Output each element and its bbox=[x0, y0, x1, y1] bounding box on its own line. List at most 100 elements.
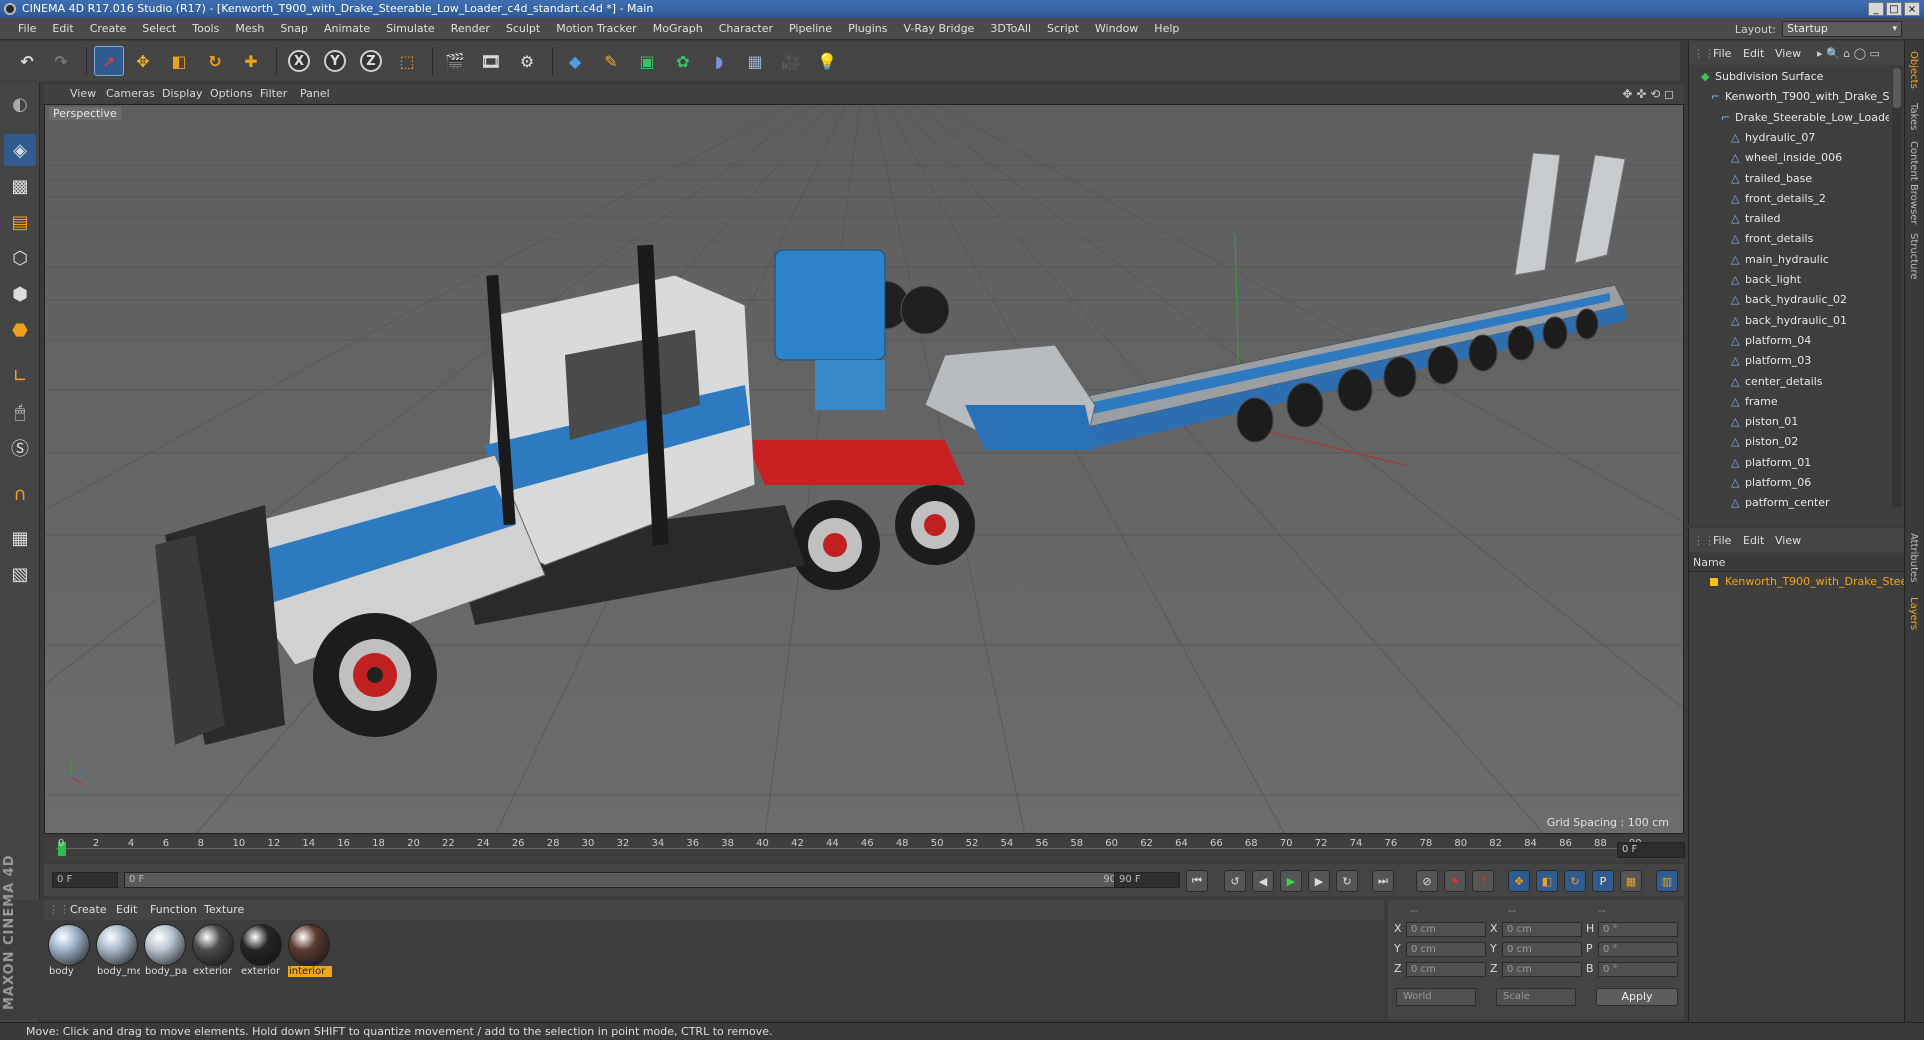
close-button[interactable]: × bbox=[1904, 2, 1920, 16]
layout-select[interactable]: Startup bbox=[1782, 21, 1902, 37]
coords-rotation-field[interactable]: 0 ° bbox=[1598, 922, 1678, 937]
object-menu-file[interactable]: File bbox=[1713, 47, 1731, 60]
object-list-item[interactable]: △ piston_02 bbox=[1689, 432, 1889, 452]
cloner-icon[interactable]: ✿ bbox=[668, 46, 698, 76]
object-list-item[interactable]: △ back_hydraulic_02 bbox=[1689, 290, 1889, 310]
side-tab-attributes[interactable]: Attributes bbox=[1908, 533, 1919, 582]
menu-render[interactable]: Render bbox=[443, 18, 498, 40]
autokey-icon[interactable]: ⏺ bbox=[1444, 870, 1466, 892]
object-list-item[interactable]: △ patform_center bbox=[1689, 493, 1889, 513]
menu-mograph[interactable]: MoGraph bbox=[645, 18, 711, 40]
material-menu-texture[interactable]: Texture bbox=[204, 903, 244, 916]
transform-icon[interactable]: ✚ bbox=[236, 46, 266, 76]
object-list-item[interactable]: △ platform_04 bbox=[1689, 331, 1889, 351]
pen-icon[interactable]: ✎ bbox=[596, 46, 626, 76]
live-select-icon[interactable]: ➚ bbox=[94, 46, 124, 76]
key-parameter-icon[interactable]: P bbox=[1592, 870, 1614, 892]
object-list-item[interactable]: △ platform_03 bbox=[1689, 351, 1889, 371]
side-tab-layers[interactable]: Layers bbox=[1908, 597, 1919, 630]
material-menu-create[interactable]: Create bbox=[70, 903, 107, 916]
side-tab-content-browser[interactable]: Content Browser bbox=[1908, 141, 1919, 224]
material-swatch[interactable]: interior bbox=[288, 924, 332, 982]
object-list-item[interactable]: ⌐ Kenworth_T900_with_Drake_Ste bbox=[1689, 87, 1889, 107]
menu-motion-tracker[interactable]: Motion Tracker bbox=[548, 18, 644, 40]
material-menu-function[interactable]: Function bbox=[150, 903, 197, 916]
object-list-item[interactable]: △ back_hydraulic_01 bbox=[1689, 311, 1889, 331]
tweak-mode-icon[interactable]: 🖱 bbox=[4, 396, 36, 428]
object-list-item[interactable]: △ back_light bbox=[1689, 270, 1889, 290]
coords-position-field[interactable]: 0 cm bbox=[1406, 922, 1486, 937]
layer-color-swatch[interactable] bbox=[1709, 577, 1719, 587]
render-settings-icon[interactable]: ⚙ bbox=[512, 46, 542, 76]
3d-viewport[interactable]: Perspective Grid Spacing : 100 cm bbox=[44, 104, 1684, 834]
key-position-icon[interactable]: ✥ bbox=[1508, 870, 1530, 892]
frame-range-slider[interactable]: 0 F 90 F bbox=[124, 872, 1144, 888]
previous-key-icon[interactable]: ↺ bbox=[1224, 870, 1246, 892]
play-icon[interactable]: ▶ bbox=[1280, 870, 1302, 892]
object-list-item[interactable]: △ hydraulic_07 bbox=[1689, 128, 1889, 148]
coords-size-field[interactable]: 0 cm bbox=[1502, 922, 1582, 937]
workplane-icon[interactable]: ▤ bbox=[4, 206, 36, 238]
keyframe-selection-icon[interactable]: ? bbox=[1472, 870, 1494, 892]
object-list-item[interactable]: △ platform_01 bbox=[1689, 453, 1889, 473]
model-mode-icon[interactable]: ◈ bbox=[4, 134, 36, 166]
axis-mode-icon[interactable]: ∟ bbox=[4, 360, 36, 392]
side-tab-takes[interactable]: Takes bbox=[1908, 103, 1919, 130]
viewport-menu-panel[interactable]: Panel bbox=[300, 87, 330, 100]
render-view-icon[interactable]: 🎬 bbox=[440, 46, 470, 76]
points-mode-icon[interactable]: ⬡ bbox=[4, 242, 36, 274]
locked-workplane-icon[interactable]: ▦ bbox=[4, 522, 36, 554]
timeline-ruler[interactable]: 0 2 4 6 8 10 12 14 16 18 20 22 24 26 28 30 32 34 36 38 40 42 4… bbox=[44, 838, 1684, 862]
scale-icon[interactable]: ◧ bbox=[164, 46, 194, 76]
coords-size-field[interactable]: 0 cm bbox=[1502, 962, 1582, 977]
render-picture-viewer-icon[interactable]: 🎞 bbox=[476, 46, 506, 76]
undo-icon[interactable]: ↶ bbox=[12, 46, 42, 76]
subdivision-icon[interactable]: ▣ bbox=[632, 46, 662, 76]
previous-frame-icon[interactable]: ◀ bbox=[1252, 870, 1274, 892]
key-pla-icon[interactable]: ▦ bbox=[1620, 870, 1642, 892]
viewport-menu-view[interactable]: View bbox=[70, 87, 96, 100]
menu-tools[interactable]: Tools bbox=[184, 18, 227, 40]
menu-select[interactable]: Select bbox=[134, 18, 184, 40]
viewport-nav-icons[interactable]: ✥ ✜ ⟲ ◻ bbox=[1622, 87, 1674, 101]
object-manager-tool-icons[interactable]: ▸ 🔍 ⌂ ◯ ▭ bbox=[1817, 47, 1880, 60]
menu-v-ray-bridge[interactable]: V-Ray Bridge bbox=[895, 18, 982, 40]
z-axis-icon[interactable]: Z bbox=[356, 46, 386, 76]
go-to-end-icon[interactable]: ⏭ bbox=[1372, 870, 1394, 892]
camera-icon[interactable]: 🎥 bbox=[776, 46, 806, 76]
viewport-menu-cameras[interactable]: Cameras bbox=[106, 87, 155, 100]
key-scale-icon[interactable]: ◧ bbox=[1536, 870, 1558, 892]
menu-help[interactable]: Help bbox=[1146, 18, 1187, 40]
object-list-item[interactable]: ◆ Subdivision Surface bbox=[1689, 67, 1889, 87]
end-frame-field[interactable]: 90 F bbox=[1114, 872, 1180, 888]
object-list-item[interactable]: △ frame bbox=[1689, 392, 1889, 412]
layer-menu-view[interactable]: View bbox=[1775, 534, 1801, 547]
coords-size-field[interactable]: 0 cm bbox=[1502, 942, 1582, 957]
next-frame-icon[interactable]: ▶ bbox=[1308, 870, 1330, 892]
menu-snap[interactable]: Snap bbox=[272, 18, 316, 40]
object-list-item[interactable]: △ center_details bbox=[1689, 372, 1889, 392]
timeline-window-icon[interactable]: ▥ bbox=[1656, 870, 1678, 892]
apply-button[interactable]: Apply bbox=[1596, 988, 1678, 1006]
menu-create[interactable]: Create bbox=[82, 18, 135, 40]
menu-window[interactable]: Window bbox=[1087, 18, 1146, 40]
maximize-button[interactable]: □ bbox=[1886, 2, 1902, 16]
key-rotation-icon[interactable]: ↻ bbox=[1564, 870, 1586, 892]
viewport-menu-options[interactable]: Options bbox=[210, 87, 252, 100]
coords-position-field[interactable]: 0 cm bbox=[1406, 962, 1486, 977]
x-axis-icon[interactable]: X bbox=[284, 46, 314, 76]
side-tab-structure[interactable]: Structure bbox=[1908, 233, 1919, 280]
object-list-item[interactable]: △ trailed_base bbox=[1689, 169, 1889, 189]
next-key-icon[interactable]: ↻ bbox=[1336, 870, 1358, 892]
magnet-icon[interactable]: ∩ bbox=[4, 478, 36, 510]
object-list-item[interactable]: △ platform_06 bbox=[1689, 473, 1889, 493]
object-list-item[interactable]: △ front_details_2 bbox=[1689, 189, 1889, 209]
object-menu-view[interactable]: View bbox=[1775, 47, 1801, 60]
material-swatch[interactable]: body_pa bbox=[144, 924, 188, 982]
layer-row[interactable]: Kenworth_T900_with_Drake_Steera bbox=[1689, 573, 1905, 591]
coordinate-space-select[interactable]: World bbox=[1396, 988, 1476, 1006]
go-to-start-icon[interactable]: ⏮ bbox=[1186, 870, 1208, 892]
light-icon[interactable]: 💡 bbox=[812, 46, 842, 76]
menu-3dtoall[interactable]: 3DToAll bbox=[982, 18, 1039, 40]
planar-workplane-icon[interactable]: ▧ bbox=[4, 558, 36, 590]
